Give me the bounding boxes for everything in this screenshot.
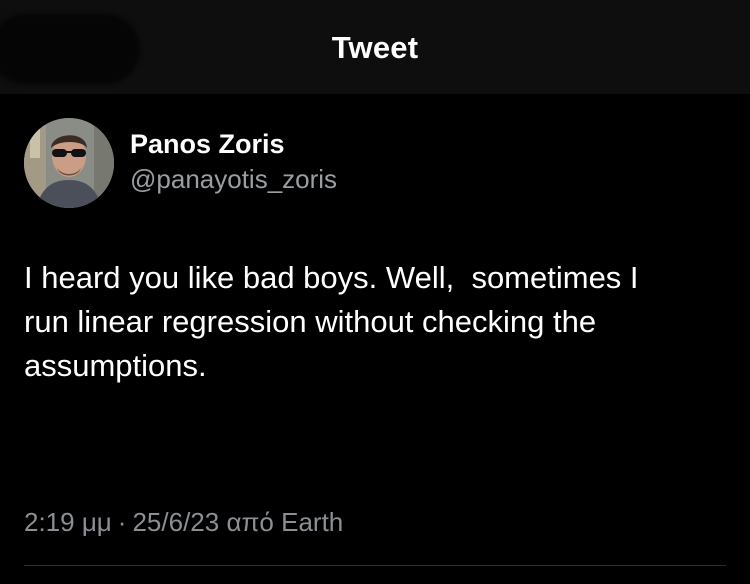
author-text: Panos Zoris @panayotis_zoris	[130, 128, 337, 196]
tweet-text: I heard you like bad boys. Well, sometim…	[24, 260, 639, 383]
divider	[24, 565, 726, 566]
top-bar: Tweet	[0, 0, 750, 94]
source-prefix: από	[226, 507, 274, 537]
tweet-source: Earth	[281, 507, 344, 537]
display-name[interactable]: Panos Zoris	[130, 128, 337, 160]
tweet-meta: 2:19 μμ · 25/6/23 από Earth	[24, 505, 343, 539]
tweet-screen: Tweet Panos Zoris @panayotis_zoris I hea…	[0, 0, 750, 584]
tweet-time[interactable]: 2:19 μμ	[24, 507, 112, 537]
meta-separator: ·	[117, 507, 127, 537]
tweet-date[interactable]: 25/6/23	[132, 507, 219, 537]
tweet-author[interactable]: Panos Zoris @panayotis_zoris	[24, 118, 337, 210]
user-handle[interactable]: @panayotis_zoris	[130, 162, 337, 196]
page-title: Tweet	[331, 30, 419, 65]
avatar[interactable]	[24, 118, 114, 208]
profile-photo-icon	[24, 118, 114, 208]
